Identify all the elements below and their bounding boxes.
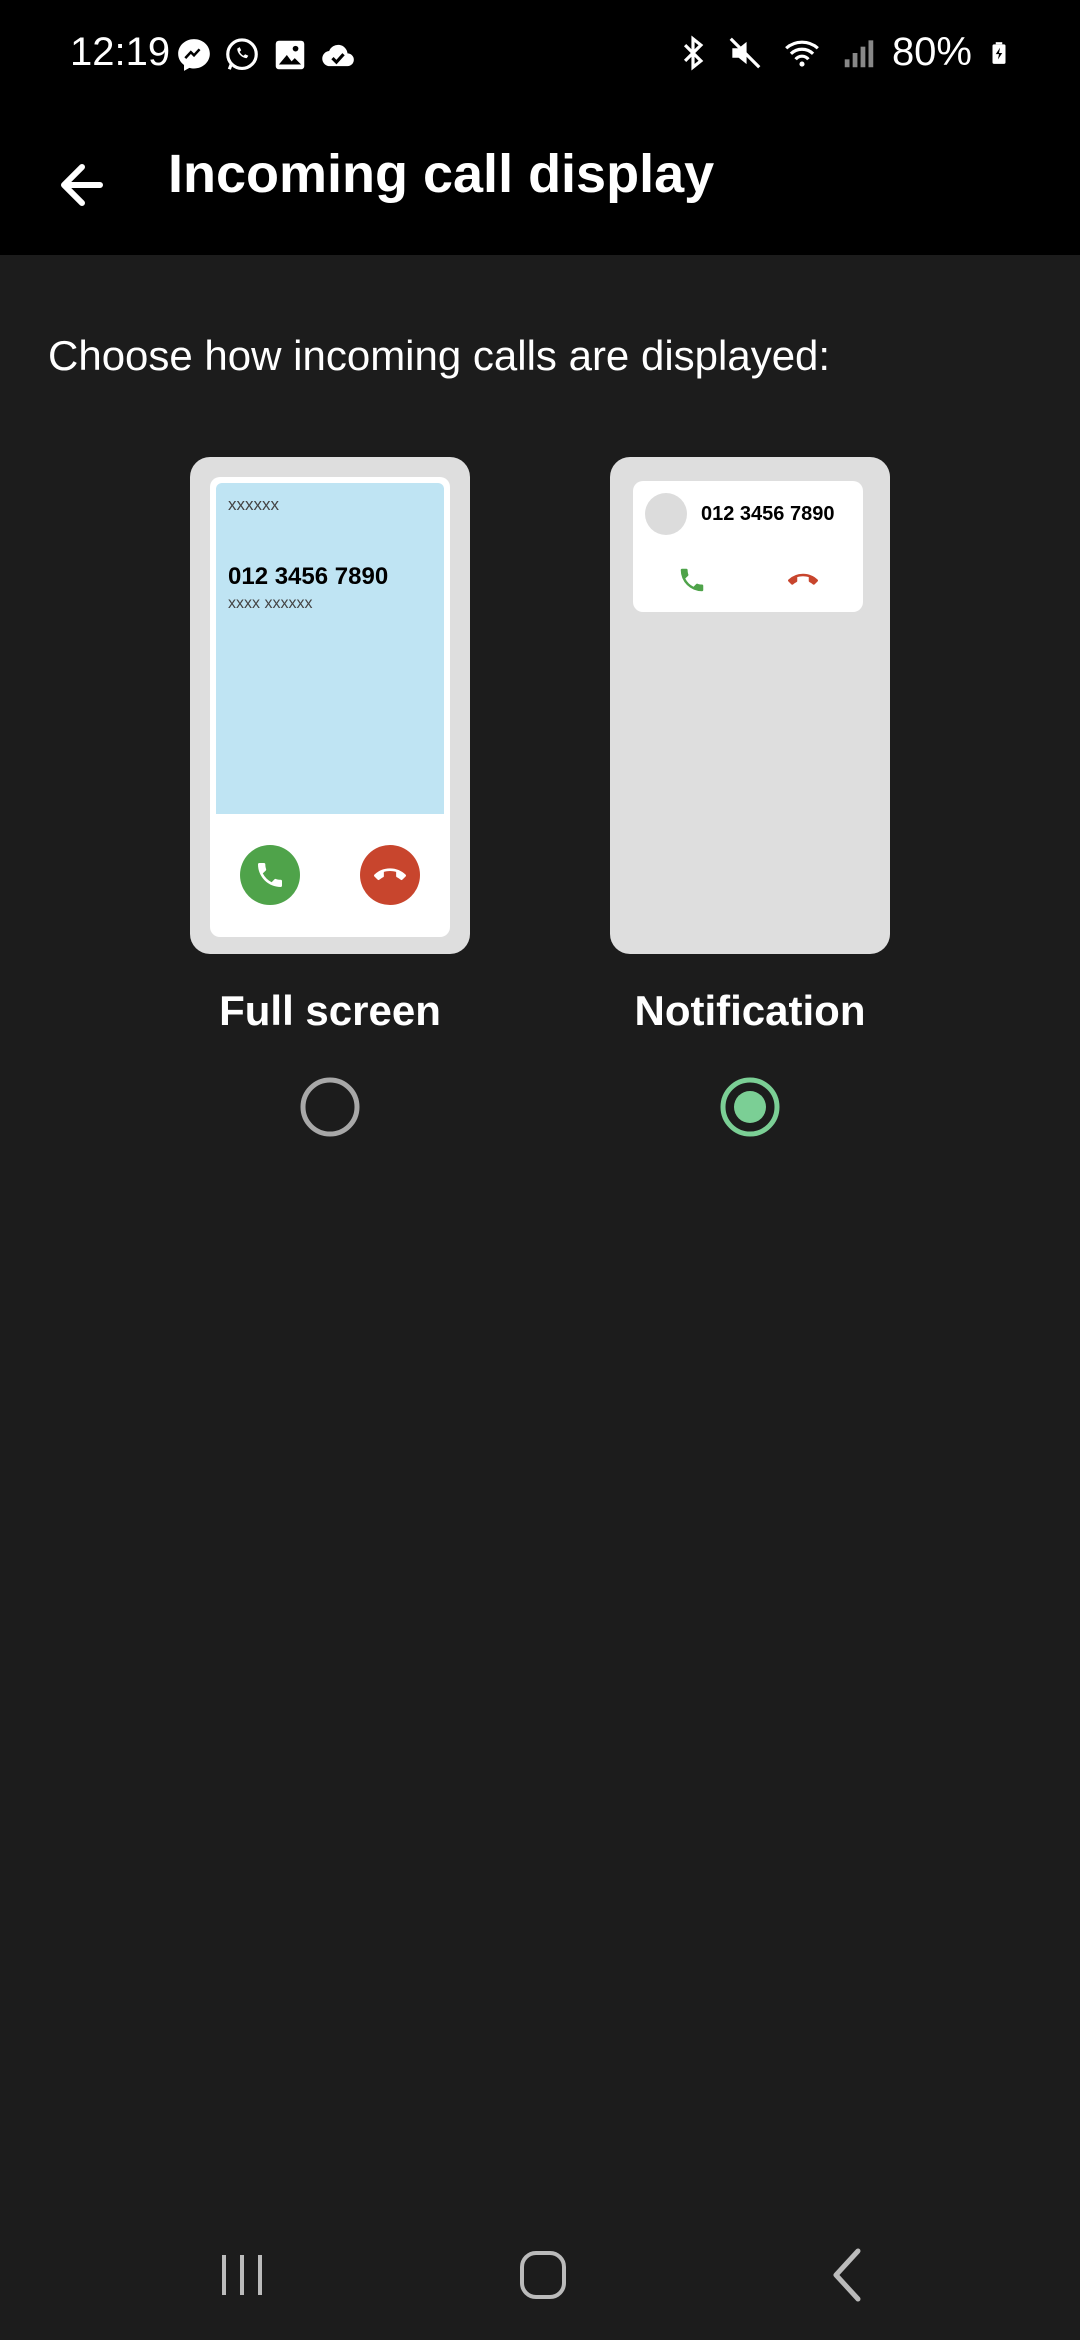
radio-full-screen[interactable] (300, 1077, 360, 1137)
recent-apps-icon (222, 2255, 262, 2295)
nav-back-button[interactable] (808, 2240, 888, 2310)
preview-caller-name: xxxxxx (228, 495, 279, 514)
preview-caller-number: 012 3456 7890 (701, 503, 835, 525)
signal-icon (844, 39, 874, 67)
page-description: Choose how incoming calls are displayed: (48, 332, 831, 379)
mute-icon (729, 37, 761, 68)
option-label-notification: Notification (634, 987, 866, 1034)
accept-call-icon (240, 845, 300, 905)
option-label-full-screen: Full screen (219, 987, 441, 1034)
option-full-screen[interactable]: xxxxxx 012 3456 7890 xxxx xxxxxx Full sc… (190, 457, 470, 1137)
whatsapp-icon (226, 38, 258, 71)
decline-call-icon (788, 573, 818, 585)
arrow-left-icon (61, 164, 103, 206)
battery-percentage: 80% (891, 30, 972, 74)
bluetooth-icon (683, 34, 704, 71)
page-title: Incoming call display (168, 144, 715, 204)
preview-notification-card: 012 3456 7890 (633, 481, 863, 612)
navigation-bar (0, 2210, 1080, 2340)
cloud-check-icon (322, 44, 354, 67)
preview-caller-area: xxxxxx 012 3456 7890 xxxx xxxxxx (216, 483, 444, 814)
app-bar: Incoming call display (0, 115, 1080, 255)
back-button[interactable] (50, 145, 120, 225)
messenger-icon (178, 39, 210, 71)
status-bar: 12:19 80% (0, 0, 1080, 115)
accept-call-icon (680, 568, 704, 592)
option-notification[interactable]: 012 3456 7890 Notification (610, 457, 890, 1137)
gallery-icon (275, 40, 305, 70)
home-icon (520, 2251, 566, 2299)
full-screen-preview[interactable]: xxxxxx 012 3456 7890 xxxx xxxxxx (190, 457, 470, 954)
preview-caller-number: 012 3456 7890 (228, 563, 389, 590)
battery-charging-icon (992, 41, 1006, 64)
avatar (645, 493, 687, 535)
decline-call-icon (360, 845, 420, 905)
status-time: 12:19 (70, 30, 171, 74)
radio-notification[interactable] (720, 1077, 780, 1137)
home-button[interactable] (503, 2240, 583, 2310)
preview-caller-label: xxxx xxxxxx (228, 595, 313, 612)
wifi-icon (785, 40, 819, 67)
preview-screen: xxxxxx 012 3456 7890 xxxx xxxxxx (210, 477, 450, 937)
recent-apps-button[interactable] (202, 2240, 282, 2310)
back-icon (833, 2248, 861, 2302)
notification-preview[interactable]: 012 3456 7890 (610, 457, 890, 954)
